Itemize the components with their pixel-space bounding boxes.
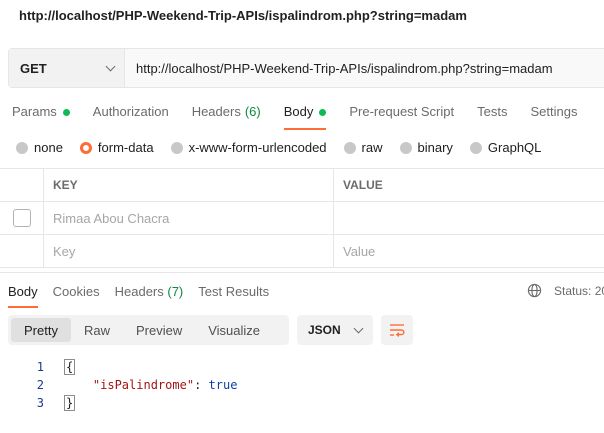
body-type-urlencoded-label: x-www-form-urlencoded [188, 140, 327, 155]
line-number: 1 [36, 360, 44, 374]
radio-selected-icon [79, 141, 92, 154]
response-tab-body[interactable]: Body [8, 284, 38, 308]
body-type-binary[interactable]: binary [399, 140, 453, 155]
body-active-dot [319, 109, 327, 116]
body-type-form-data[interactable]: form-data [79, 140, 154, 155]
code-line: 2 "isPalindrome": true [0, 376, 238, 394]
radio-icon [469, 141, 482, 154]
code-line: 1 { [0, 358, 237, 376]
tab-authorization[interactable]: Authorization [93, 104, 169, 128]
response-status: Status: 20 [527, 283, 604, 298]
row-checkbox-cell [0, 202, 44, 234]
params-active-dot [62, 109, 70, 116]
tab-body[interactable]: Body [283, 104, 327, 130]
body-type-raw[interactable]: raw [343, 140, 383, 155]
response-headers-count: (7) [167, 284, 184, 299]
url-bar: GET http://localhost/PHP-Weekend-Trip-AP… [8, 48, 604, 88]
body-type-graphql[interactable]: GraphQL [469, 140, 542, 155]
tab-settings[interactable]: Settings [530, 104, 577, 128]
table-header-row: KEY VALUE [0, 169, 604, 202]
body-type-raw-label: raw [361, 140, 383, 155]
chevron-down-icon [105, 61, 116, 71]
row-value-cell[interactable] [334, 202, 604, 234]
format-label: JSON [308, 323, 341, 337]
code-text: } [64, 395, 76, 411]
response-tabs: Body Cookies Headers (7) Test Results [8, 284, 284, 308]
radio-icon [16, 141, 28, 154]
line-number: 3 [36, 396, 44, 410]
view-preview-button[interactable]: Preview [123, 318, 195, 342]
close-brace: } [64, 395, 76, 411]
wrap-lines-icon [390, 324, 405, 337]
request-tabs: Params Authorization Headers (6) Body Pr… [12, 104, 600, 130]
json-value: true [208, 378, 238, 392]
response-view-toggle: Pretty Raw Preview Visualize [8, 315, 289, 345]
wrap-lines-button[interactable] [381, 315, 413, 345]
body-type-options: none form-data x-www-form-urlencoded raw… [16, 140, 558, 155]
row-key-cell[interactable]: Rimaa Abou Chacra [44, 202, 334, 234]
response-tab-test-results[interactable]: Test Results [198, 284, 269, 306]
method-label: GET [20, 60, 47, 76]
radio-icon [343, 141, 356, 154]
tab-headers[interactable]: Headers (6) [192, 104, 261, 128]
body-type-binary-label: binary [417, 140, 453, 155]
code-line: 3 } [0, 394, 237, 412]
response-divider [0, 272, 604, 273]
json-key: "isPalindrome" [92, 378, 195, 392]
tab-tests[interactable]: Tests [477, 104, 507, 128]
tab-params-label: Params [12, 104, 57, 119]
body-type-none-label: none [34, 140, 63, 155]
column-header-value: VALUE [343, 178, 383, 192]
url-input[interactable]: http://localhost/PHP-Weekend-Trip-APIs/i… [125, 49, 604, 87]
tab-authorization-label: Authorization [92, 104, 169, 119]
code-text: "isPalindrome": true [64, 378, 238, 392]
body-type-none[interactable]: none [16, 140, 63, 155]
response-tab-headers[interactable]: Headers (7) [115, 284, 184, 306]
table-header-checkbox-cell [0, 169, 44, 201]
json-colon: : [194, 378, 209, 392]
response-body-code: 1 { 2 "isPalindrome": true 3 } [0, 358, 237, 412]
row-checkbox[interactable] [12, 209, 31, 227]
response-tab-cookies[interactable]: Cookies [53, 284, 100, 306]
radio-icon [399, 141, 412, 154]
body-type-form-data-label: form-data [97, 140, 154, 155]
tab-prerequest-label: Pre-request Script [349, 104, 455, 119]
tab-prerequest-script[interactable]: Pre-request Script [349, 104, 454, 128]
tab-tests-label: Tests [477, 104, 508, 119]
view-raw-button[interactable]: Raw [71, 318, 123, 342]
line-number: 2 [36, 378, 44, 392]
headers-count: (6) [244, 104, 261, 119]
new-key-input[interactable]: Key [44, 235, 334, 267]
response-tab-headers-label: Headers [114, 284, 164, 299]
radio-icon [170, 141, 183, 154]
new-value-input[interactable]: Value [334, 235, 604, 267]
response-tab-cookies-label: Cookies [52, 284, 100, 299]
tab-params[interactable]: Params [12, 104, 70, 128]
globe-icon[interactable] [527, 283, 542, 298]
method-select[interactable]: GET [9, 49, 125, 87]
status-label: Status: 20 [554, 283, 604, 298]
tab-settings-label: Settings [530, 104, 578, 119]
open-brace: { [64, 359, 76, 375]
response-tab-test-results-label: Test Results [198, 284, 270, 299]
table-new-row: Key Value [0, 235, 604, 268]
tab-headers-label: Headers [191, 104, 241, 119]
chevron-down-icon [353, 323, 364, 333]
code-text: { [64, 359, 76, 375]
column-header-key: KEY [44, 169, 334, 201]
response-tab-body-label: Body [8, 284, 38, 299]
response-format-select[interactable]: JSON [297, 315, 373, 345]
table-row: Rimaa Abou Chacra [0, 202, 604, 235]
request-title: http://localhost/PHP-Weekend-Trip-APIs/i… [19, 8, 467, 23]
tab-body-label: Body [283, 104, 314, 119]
new-row-checkbox-cell [0, 235, 44, 267]
view-visualize-button[interactable]: Visualize [195, 318, 273, 342]
body-type-urlencoded[interactable]: x-www-form-urlencoded [170, 140, 327, 155]
form-data-table: KEY VALUE Rimaa Abou Chacra Key Value [0, 168, 604, 268]
view-pretty-button[interactable]: Pretty [11, 318, 71, 342]
body-type-graphql-label: GraphQL [487, 140, 542, 155]
